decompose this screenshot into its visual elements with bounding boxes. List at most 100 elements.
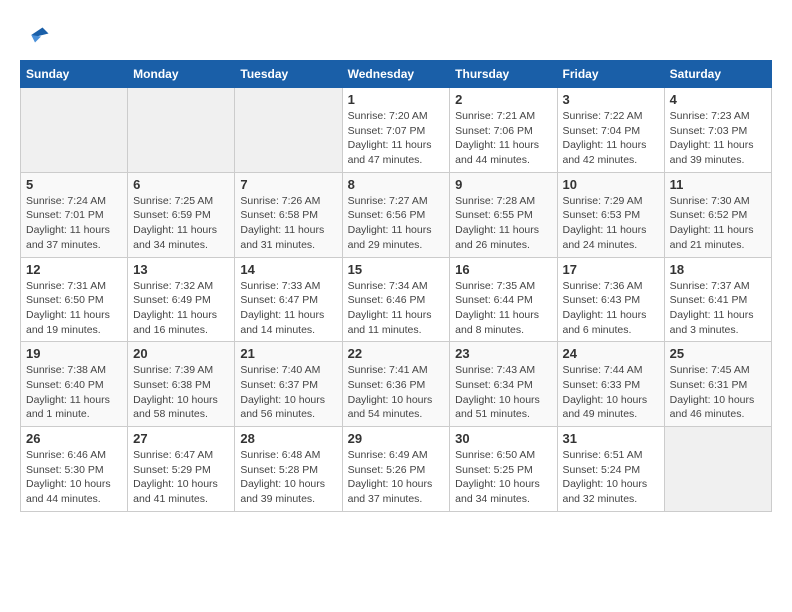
day-number: 30 bbox=[455, 431, 551, 446]
day-info: Sunrise: 7:21 AMSunset: 7:06 PMDaylight:… bbox=[455, 109, 551, 168]
day-info: Sunrise: 6:47 AMSunset: 5:29 PMDaylight:… bbox=[133, 448, 229, 507]
calendar-cell: 21 Sunrise: 7:40 AMSunset: 6:37 PMDayligh… bbox=[235, 342, 342, 427]
calendar-cell: 22Sunrise: 7:41 AMSunset: 6:36 PMDayligh… bbox=[342, 342, 450, 427]
day-number: 24 bbox=[563, 346, 659, 361]
day-info: Sunrise: 7:24 AMSunset: 7:01 PMDaylight:… bbox=[26, 194, 122, 253]
day-info: Sunrise: 7:35 AMSunset: 6:44 PMDaylight:… bbox=[455, 279, 551, 338]
day-number: 10 bbox=[563, 177, 659, 192]
day-number: 1 bbox=[348, 92, 445, 107]
calendar-cell: 2 Sunrise: 7:21 AMSunset: 7:06 PMDaylight… bbox=[450, 88, 557, 173]
day-info: Sunrise: 7:22 AMSunset: 7:04 PMDaylight:… bbox=[563, 109, 659, 168]
day-number: 18 bbox=[670, 262, 766, 277]
day-info: Sunrise: 6:49 AMSunset: 5:26 PMDaylight:… bbox=[348, 448, 445, 507]
day-number: 16 bbox=[455, 262, 551, 277]
day-info: Sunrise: 6:48 AMSunset: 5:28 PMDaylight:… bbox=[240, 448, 336, 507]
calendar-cell: 1Sunrise: 7:20 AMSunset: 7:07 PMDaylight… bbox=[342, 88, 450, 173]
day-info: Sunrise: 7:28 AMSunset: 6:55 PMDaylight:… bbox=[455, 194, 551, 253]
day-info: Sunrise: 7:26 AMSunset: 6:58 PMDaylight:… bbox=[240, 194, 336, 253]
calendar-cell: 28 Sunrise: 6:48 AMSunset: 5:28 PMDayligh… bbox=[235, 427, 342, 512]
day-number: 11 bbox=[670, 177, 766, 192]
day-number: 13 bbox=[133, 262, 229, 277]
weekday-header: Monday bbox=[128, 61, 235, 88]
weekday-header: Saturday bbox=[664, 61, 771, 88]
calendar-cell: 4 Sunrise: 7:23 AMSunset: 7:03 PMDaylight… bbox=[664, 88, 771, 173]
calendar-cell: 30 Sunrise: 6:50 AMSunset: 5:25 PMDayligh… bbox=[450, 427, 557, 512]
calendar-cell: 19 Sunrise: 7:38 AMSunset: 6:40 PMDayligh… bbox=[21, 342, 128, 427]
calendar-cell bbox=[664, 427, 771, 512]
weekday-header: Sunday bbox=[21, 61, 128, 88]
page-header bbox=[20, 20, 772, 50]
calendar-table: SundayMondayTuesdayWednesdayThursdayFrid… bbox=[20, 60, 772, 512]
calendar-cell: 18 Sunrise: 7:37 AMSunset: 6:41 PMDayligh… bbox=[664, 257, 771, 342]
day-info: Sunrise: 7:40 AMSunset: 6:37 PMDaylight:… bbox=[240, 363, 336, 422]
calendar-cell: 25 Sunrise: 7:45 AMSunset: 6:31 PMDayligh… bbox=[664, 342, 771, 427]
day-info: Sunrise: 7:30 AMSunset: 6:52 PMDaylight:… bbox=[670, 194, 766, 253]
calendar-header-row: SundayMondayTuesdayWednesdayThursdayFrid… bbox=[21, 61, 772, 88]
calendar-cell: 9 Sunrise: 7:28 AMSunset: 6:55 PMDaylight… bbox=[450, 172, 557, 257]
day-number: 27 bbox=[133, 431, 229, 446]
day-info: Sunrise: 6:46 AMSunset: 5:30 PMDaylight:… bbox=[26, 448, 122, 507]
day-info: Sunrise: 7:27 AMSunset: 6:56 PMDaylight:… bbox=[348, 194, 445, 253]
day-number: 19 bbox=[26, 346, 122, 361]
logo-icon bbox=[20, 20, 50, 50]
day-number: 3 bbox=[563, 92, 659, 107]
day-number: 21 bbox=[240, 346, 336, 361]
weekday-header: Friday bbox=[557, 61, 664, 88]
day-info: Sunrise: 6:50 AMSunset: 5:25 PMDaylight:… bbox=[455, 448, 551, 507]
calendar-cell: 17 Sunrise: 7:36 AMSunset: 6:43 PMDayligh… bbox=[557, 257, 664, 342]
calendar-cell: 8 Sunrise: 7:27 AMSunset: 6:56 PMDaylight… bbox=[342, 172, 450, 257]
day-number: 31 bbox=[563, 431, 659, 446]
calendar-cell: 6 Sunrise: 7:25 AMSunset: 6:59 PMDaylight… bbox=[128, 172, 235, 257]
calendar-cell: 26 Sunrise: 6:46 AMSunset: 5:30 PMDayligh… bbox=[21, 427, 128, 512]
day-info: Sunrise: 7:33 AMSunset: 6:47 PMDaylight:… bbox=[240, 279, 336, 338]
day-number: 2 bbox=[455, 92, 551, 107]
day-info: Sunrise: 7:36 AMSunset: 6:43 PMDaylight:… bbox=[563, 279, 659, 338]
calendar-cell: 15 Sunrise: 7:34 AMSunset: 6:46 PMDayligh… bbox=[342, 257, 450, 342]
calendar-cell bbox=[128, 88, 235, 173]
day-info: Sunrise: 7:37 AMSunset: 6:41 PMDaylight:… bbox=[670, 279, 766, 338]
calendar-week-row: 19 Sunrise: 7:38 AMSunset: 6:40 PMDayligh… bbox=[21, 342, 772, 427]
calendar-cell: 31Sunrise: 6:51 AMSunset: 5:24 PMDayligh… bbox=[557, 427, 664, 512]
day-number: 7 bbox=[240, 177, 336, 192]
weekday-header: Thursday bbox=[450, 61, 557, 88]
day-info: Sunrise: 7:43 AMSunset: 6:34 PMDaylight:… bbox=[455, 363, 551, 422]
day-number: 20 bbox=[133, 346, 229, 361]
day-number: 26 bbox=[26, 431, 122, 446]
day-info: Sunrise: 7:41 AMSunset: 6:36 PMDaylight:… bbox=[348, 363, 445, 422]
day-number: 12 bbox=[26, 262, 122, 277]
calendar-cell bbox=[235, 88, 342, 173]
day-number: 8 bbox=[348, 177, 445, 192]
day-number: 23 bbox=[455, 346, 551, 361]
day-number: 6 bbox=[133, 177, 229, 192]
day-number: 9 bbox=[455, 177, 551, 192]
day-number: 28 bbox=[240, 431, 336, 446]
day-number: 17 bbox=[563, 262, 659, 277]
day-info: Sunrise: 7:23 AMSunset: 7:03 PMDaylight:… bbox=[670, 109, 766, 168]
calendar-week-row: 26 Sunrise: 6:46 AMSunset: 5:30 PMDayligh… bbox=[21, 427, 772, 512]
calendar-cell: 7 Sunrise: 7:26 AMSunset: 6:58 PMDaylight… bbox=[235, 172, 342, 257]
day-info: Sunrise: 7:45 AMSunset: 6:31 PMDaylight:… bbox=[670, 363, 766, 422]
day-number: 4 bbox=[670, 92, 766, 107]
weekday-header: Wednesday bbox=[342, 61, 450, 88]
logo bbox=[20, 20, 54, 50]
calendar-cell: 5 Sunrise: 7:24 AMSunset: 7:01 PMDaylight… bbox=[21, 172, 128, 257]
day-info: Sunrise: 7:34 AMSunset: 6:46 PMDaylight:… bbox=[348, 279, 445, 338]
day-info: Sunrise: 7:31 AMSunset: 6:50 PMDaylight:… bbox=[26, 279, 122, 338]
calendar-cell: 14Sunrise: 7:33 AMSunset: 6:47 PMDayligh… bbox=[235, 257, 342, 342]
calendar-cell: 24 Sunrise: 7:44 AMSunset: 6:33 PMDayligh… bbox=[557, 342, 664, 427]
day-info: Sunrise: 7:29 AMSunset: 6:53 PMDaylight:… bbox=[563, 194, 659, 253]
day-number: 25 bbox=[670, 346, 766, 361]
day-info: Sunrise: 7:32 AMSunset: 6:49 PMDaylight:… bbox=[133, 279, 229, 338]
calendar-week-row: 12 Sunrise: 7:31 AMSunset: 6:50 PMDayligh… bbox=[21, 257, 772, 342]
day-info: Sunrise: 7:39 AMSunset: 6:38 PMDaylight:… bbox=[133, 363, 229, 422]
calendar-week-row: 5 Sunrise: 7:24 AMSunset: 7:01 PMDaylight… bbox=[21, 172, 772, 257]
day-info: Sunrise: 7:25 AMSunset: 6:59 PMDaylight:… bbox=[133, 194, 229, 253]
day-info: Sunrise: 7:44 AMSunset: 6:33 PMDaylight:… bbox=[563, 363, 659, 422]
calendar-cell: 3 Sunrise: 7:22 AMSunset: 7:04 PMDaylight… bbox=[557, 88, 664, 173]
day-number: 5 bbox=[26, 177, 122, 192]
day-number: 15 bbox=[348, 262, 445, 277]
day-info: Sunrise: 7:38 AMSunset: 6:40 PMDaylight:… bbox=[26, 363, 122, 422]
calendar-cell: 13 Sunrise: 7:32 AMSunset: 6:49 PMDayligh… bbox=[128, 257, 235, 342]
calendar-cell: 12 Sunrise: 7:31 AMSunset: 6:50 PMDayligh… bbox=[21, 257, 128, 342]
weekday-header: Tuesday bbox=[235, 61, 342, 88]
